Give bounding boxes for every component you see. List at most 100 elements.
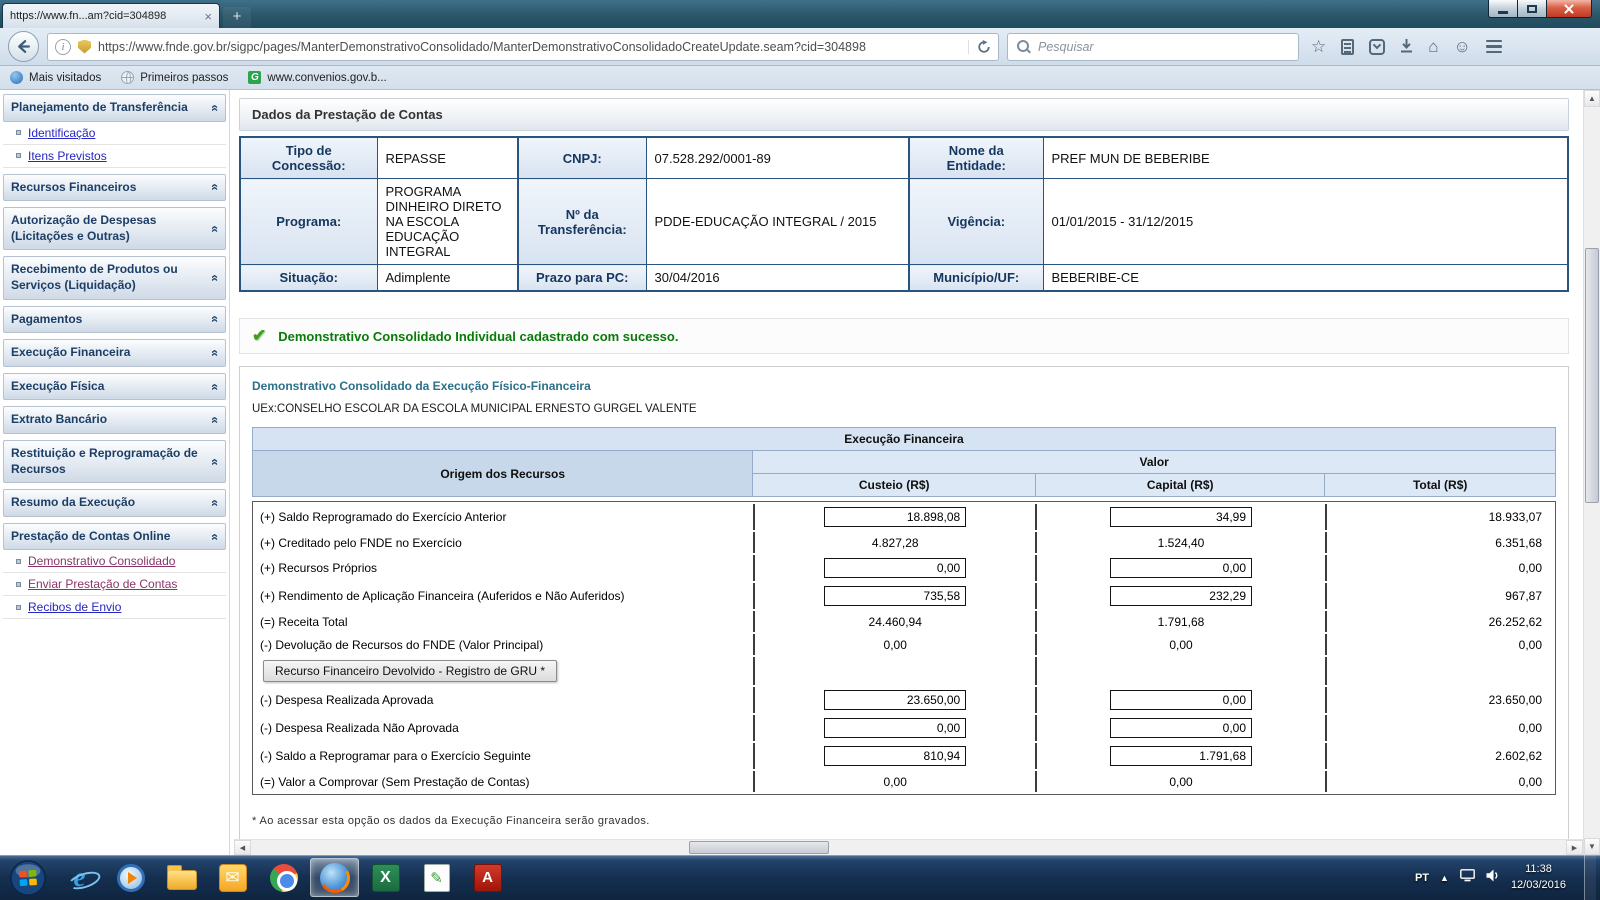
taskbar-notes-button[interactable]: ✎ xyxy=(412,858,461,897)
total-value: 0,00 xyxy=(1324,771,1555,792)
search-input[interactable] xyxy=(1038,39,1289,54)
bookmark-mais-visitados[interactable]: Mais visitados xyxy=(10,71,101,84)
custeio-value: 0,00 xyxy=(752,771,1036,792)
show-desktop-button[interactable] xyxy=(1584,855,1596,900)
window-minimize-button[interactable] xyxy=(1488,0,1518,18)
sidebar-item-autorizacao-despesas[interactable]: Autorização de Despesas (Licitações e Ou… xyxy=(3,207,226,251)
custeio-input[interactable] xyxy=(824,507,967,527)
capital-input[interactable] xyxy=(1110,690,1252,710)
capital-input[interactable] xyxy=(1110,586,1252,606)
scroll-right-icon[interactable]: ▶ xyxy=(1566,840,1583,855)
column-header-valor: Valor xyxy=(752,450,1556,474)
collapse-icon: « xyxy=(207,349,223,357)
language-indicator[interactable]: PT xyxy=(1415,872,1429,884)
sidebar-item-execucao-fisica[interactable]: Execução Física « xyxy=(3,372,226,401)
table-row: (-) Despesa Realizada Aprovada 23.650,00 xyxy=(253,687,1555,713)
taskbar-chrome-button[interactable] xyxy=(259,858,308,897)
custeio-input[interactable] xyxy=(824,718,967,738)
exec-table-body: (+) Saldo Reprogramado do Exercício Ante… xyxy=(252,501,1556,795)
info-value: PREF MUN DE BEBERIBE xyxy=(1042,136,1569,179)
success-text: Demonstrativo Consolidado Individual cad… xyxy=(278,328,679,344)
tray-volume-icon[interactable] xyxy=(1486,869,1500,887)
bookmark-star-icon[interactable]: ☆ xyxy=(1311,38,1326,55)
row-label: (+) Rendimento de Aplicação Financeira (… xyxy=(260,589,625,603)
sidebar-item-extrato-bancario[interactable]: Extrato Bancário « xyxy=(3,406,226,434)
window-close-button[interactable] xyxy=(1546,0,1592,18)
bookmark-primeiros-passos[interactable]: Primeiros passos xyxy=(121,71,228,84)
sidebar-item-execucao-financeira[interactable]: Execução Financeira « xyxy=(3,339,226,367)
scroll-up-icon[interactable]: ▲ xyxy=(1584,90,1600,107)
scroll-down-icon[interactable]: ▼ xyxy=(1584,838,1600,855)
scroll-left-icon[interactable]: ◀ xyxy=(234,840,251,855)
chrome-icon xyxy=(269,863,298,892)
taskbar-excel-button[interactable]: X xyxy=(361,858,410,897)
taskbar-media-button[interactable] xyxy=(106,858,155,897)
sidebar-link-enviar-prestacao[interactable]: Enviar Prestação de Contas xyxy=(3,573,226,597)
browser-tab[interactable]: https://www.fn...am?cid=304898 × xyxy=(2,3,220,28)
sidebar-item-recebimento-produtos[interactable]: Recebimento de Produtos ou Serviços (Liq… xyxy=(3,256,226,300)
home-icon[interactable]: ⌂ xyxy=(1428,38,1438,55)
sidebar-item-resumo-execucao[interactable]: Resumo da Execução « xyxy=(3,489,226,517)
taskbar-explorer-button[interactable] xyxy=(157,858,206,897)
pocket-icon[interactable] xyxy=(1369,38,1386,55)
collapse-icon: « xyxy=(207,104,223,112)
site-info-icon[interactable]: i xyxy=(55,38,71,55)
sidebar-item-recursos-financeiros[interactable]: Recursos Financeiros « xyxy=(3,173,226,202)
capital-input[interactable] xyxy=(1110,718,1252,738)
success-message: ✔ Demonstrativo Consolidado Individual c… xyxy=(239,318,1569,354)
collapse-icon: « xyxy=(207,532,223,541)
back-button[interactable] xyxy=(8,31,39,62)
horizontal-scrollbar[interactable]: ◀ ▶ xyxy=(234,839,1583,855)
search-icon xyxy=(1017,40,1030,53)
collapse-icon: « xyxy=(207,225,223,233)
feedback-smiley-icon[interactable]: ☺ xyxy=(1454,38,1471,55)
system-tray: PT ▲ 11:38 12/03/2016 xyxy=(1415,855,1596,900)
sidebar-link-recibos-envio[interactable]: Recibos de Envio xyxy=(3,596,226,620)
custeio-input[interactable] xyxy=(824,746,967,766)
vertical-scrollbar[interactable]: ▲ ▼ xyxy=(1583,90,1600,855)
horizontal-scrollbar-thumb[interactable] xyxy=(689,841,829,854)
gru-button[interactable]: Recurso Financeiro Devolvido - Registro … xyxy=(263,660,558,682)
custeio-input[interactable] xyxy=(824,690,967,710)
capital-input[interactable] xyxy=(1110,558,1252,578)
sidebar-item-planejamento[interactable]: Planejamento de Transferência « xyxy=(3,94,226,122)
site-identity-icon[interactable] xyxy=(78,39,91,54)
row-label: (+) Recursos Próprios xyxy=(260,561,378,575)
taskbar-pdf-button[interactable]: A xyxy=(463,858,512,897)
reload-icon[interactable] xyxy=(968,39,991,54)
info-value: Adimplente xyxy=(376,264,519,292)
total-value: 26.252,62 xyxy=(1324,611,1555,632)
folder-icon xyxy=(166,865,197,890)
taskbar-ie-button[interactable]: e xyxy=(55,858,104,897)
tray-display-icon[interactable] xyxy=(1460,868,1475,887)
taskbar-firefox-button[interactable] xyxy=(310,858,359,897)
url-bar[interactable]: i https://www.fnde.gov.br/sigpc/pages/Ma… xyxy=(47,32,999,61)
capital-input[interactable] xyxy=(1110,507,1252,527)
sidebar-link-demonstrativ​o-consolidado[interactable]: Demonstrativo Consolidado xyxy=(3,550,226,574)
tray-expand-icon[interactable]: ▲ xyxy=(1440,873,1449,883)
capital-value: 1.524,40 xyxy=(1035,532,1324,553)
bookmarks-list-icon[interactable] xyxy=(1341,38,1355,55)
download-icon[interactable] xyxy=(1400,38,1413,56)
start-button[interactable] xyxy=(8,858,48,898)
new-tab-button[interactable]: + xyxy=(223,7,251,28)
row-label: (=) Valor a Comprovar (Sem Prestação de … xyxy=(260,774,530,789)
sidebar-item-prestacao-contas-online[interactable]: Prestação de Contas Online « xyxy=(3,522,226,551)
sidebar-link-itens-previstos[interactable]: Itens Previstos xyxy=(3,145,226,168)
sidebar-item-restituicao[interactable]: Restituição e Reprogramação de Recursos « xyxy=(3,439,226,484)
custeio-input[interactable] xyxy=(824,586,967,606)
custeio-input[interactable] xyxy=(824,558,967,578)
capital-input[interactable] xyxy=(1110,746,1252,766)
clock-time: 11:38 xyxy=(1525,863,1552,876)
menu-icon[interactable] xyxy=(1485,39,1502,54)
taskbar-mail-button[interactable]: ✉ xyxy=(208,858,257,897)
vertical-scrollbar-thumb[interactable] xyxy=(1585,248,1599,503)
window-maximize-button[interactable] xyxy=(1518,0,1546,18)
search-bar[interactable] xyxy=(1007,32,1299,61)
g-favicon-icon: G xyxy=(248,71,262,84)
tab-close-icon[interactable]: × xyxy=(204,10,212,23)
clock[interactable]: 11:38 12/03/2016 xyxy=(1511,862,1566,893)
sidebar-item-pagamentos[interactable]: Pagamentos « xyxy=(3,305,226,334)
bookmark-convenios[interactable]: G www.convenios.gov.b... xyxy=(248,71,387,84)
sidebar-link-identificacao[interactable]: Identificação xyxy=(3,122,226,145)
